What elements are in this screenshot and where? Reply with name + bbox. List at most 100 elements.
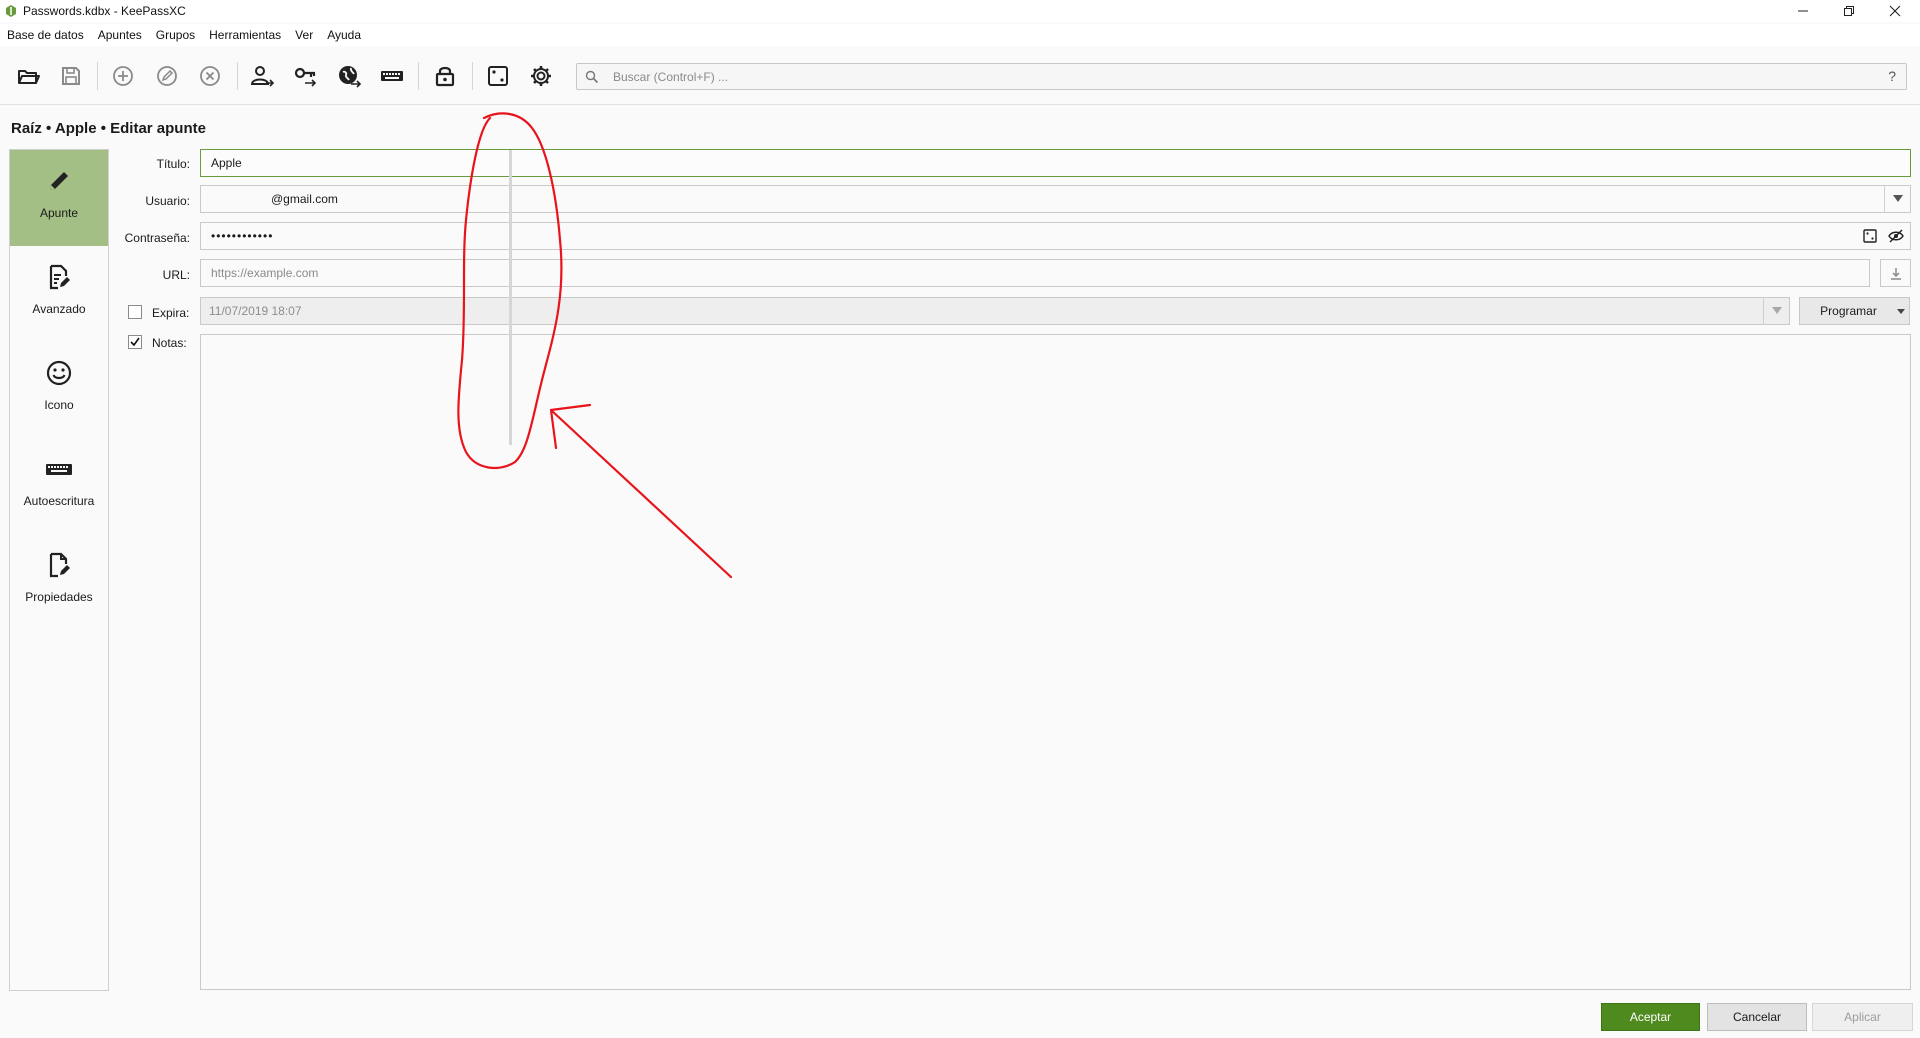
add-entry-button[interactable] [107,60,139,92]
username-combobox[interactable]: @gmail.com [200,185,1911,213]
copy-url-button[interactable] [333,60,365,92]
category-autotype-label: Autoescritura [23,494,95,508]
edit-entry-categories: Apunte Avanzado Icono Autoescritura Prop… [9,149,109,991]
category-icon-label: Icono [44,398,74,412]
pencil-icon [50,172,68,190]
autotype-keyboard-icon [381,71,403,81]
url-input[interactable] [200,259,1870,287]
menu-entries[interactable]: Apuntes [91,24,149,46]
keepassxc-window: Passwords.kdbx - KeePassXC Base de datos… [0,0,1920,1038]
cancel-button[interactable]: Cancelar [1707,1003,1807,1031]
open-database-icon [18,70,40,84]
menu-view[interactable]: Ver [288,24,320,46]
autotype-button[interactable] [376,60,408,92]
expires-dropdown-button[interactable] [1763,297,1789,325]
category-properties-label: Propiedades [25,590,93,604]
toolbar-separator [418,62,419,90]
menu-database[interactable]: Base de datos [0,24,91,46]
search-help-icon[interactable]: ? [1888,68,1896,84]
save-database-icon [62,67,80,85]
password-generator-dice-icon[interactable] [1862,228,1878,244]
category-icon[interactable]: Icono [10,342,108,438]
settings-gear-icon [531,66,551,86]
title-label: Título: [156,157,190,171]
expires-checkbox[interactable] [128,305,142,319]
copy-username-button[interactable] [246,60,278,92]
eye-off-icon[interactable] [1888,228,1904,244]
search-input[interactable] [613,68,1853,86]
notes-checkbox[interactable] [128,335,142,349]
file-edit-icon [49,552,70,578]
category-entry-label: Apunte [39,206,79,220]
lock-database-icon [435,66,455,87]
copy-url-icon [339,66,362,88]
search-icon [585,70,599,84]
smiley-icon [46,360,72,386]
settings-button[interactable] [525,60,557,92]
minimize-icon [1798,10,1808,12]
breadcrumb: Raíz • Apple • Editar apunte [11,120,206,137]
minimize-button[interactable] [1780,0,1826,22]
copy-username-icon [250,66,275,87]
toolbar-separator [97,62,98,90]
chevron-down-icon [1771,307,1782,314]
edit-entry-icon [157,66,177,86]
delete-entry-icon [200,66,220,86]
copy-password-button[interactable] [290,60,322,92]
ok-button[interactable]: Aceptar [1601,1003,1700,1031]
search-box[interactable]: ? [576,63,1907,90]
menu-bar: Base de datos Apuntes Grupos Herramienta… [0,24,1920,46]
chevron-down-icon [1892,195,1903,202]
download-icon [1891,268,1901,280]
menu-help[interactable]: Ayuda [320,24,368,46]
toolbar-separator [472,62,473,90]
notes-textarea[interactable] [200,334,1911,990]
program-label: Programar [1820,304,1877,318]
restore-button[interactable] [1826,0,1872,22]
download-favicon-button[interactable] [1880,259,1911,287]
open-database-button[interactable] [12,60,44,92]
title-input[interactable] [200,149,1911,177]
keyboard-icon [46,464,72,475]
restore-icon [1844,6,1854,16]
category-advanced[interactable]: Avanzado [10,246,108,342]
menu-groups[interactable]: Grupos [149,24,202,46]
program-presets-button[interactable]: Programar [1799,297,1910,325]
password-value: •••••••••••• [211,229,274,243]
expires-value: 11/07/2019 18:07 [209,304,302,318]
form-splitter-handle[interactable] [509,150,512,445]
delete-entry-button[interactable] [194,60,226,92]
category-autotype[interactable]: Autoescritura [10,438,108,534]
category-advanced-label: Avanzado [32,302,86,316]
password-field[interactable]: •••••••••••• [200,222,1911,250]
password-generator-button[interactable] [482,60,514,92]
toolbar-separator [237,62,238,90]
close-icon [1889,5,1901,17]
chevron-down-icon [1897,309,1905,314]
checkmark-icon [130,337,140,347]
copy-password-icon [294,67,317,87]
username-dropdown-button[interactable] [1884,185,1910,213]
username-value: @gmail.com [271,192,338,206]
edit-entry-button[interactable] [151,60,183,92]
menu-tools[interactable]: Herramientas [202,24,288,46]
add-entry-icon [113,66,133,86]
category-properties[interactable]: Propiedades [10,534,108,630]
save-database-button[interactable] [55,60,87,92]
expires-label: Expira: [152,306,190,320]
window-title: Passwords.kdbx - KeePassXC [23,4,186,18]
toolbar-divider [0,104,1920,105]
username-label: Usuario: [145,194,190,208]
password-generator-dice-icon [488,66,508,86]
close-button[interactable] [1872,0,1918,22]
url-label: URL: [162,268,190,282]
apply-button[interactable]: Aplicar [1812,1003,1913,1031]
expires-datetime-field[interactable]: 11/07/2019 18:07 [200,297,1790,325]
title-bar: Passwords.kdbx - KeePassXC [0,0,1920,22]
keepassxc-logo-icon [6,5,16,17]
notes-label: Notas: [152,336,187,350]
password-label: Contraseña: [124,231,190,245]
document-edit-icon [49,264,70,290]
lock-database-button[interactable] [429,60,461,92]
category-entry[interactable]: Apunte [10,150,108,246]
